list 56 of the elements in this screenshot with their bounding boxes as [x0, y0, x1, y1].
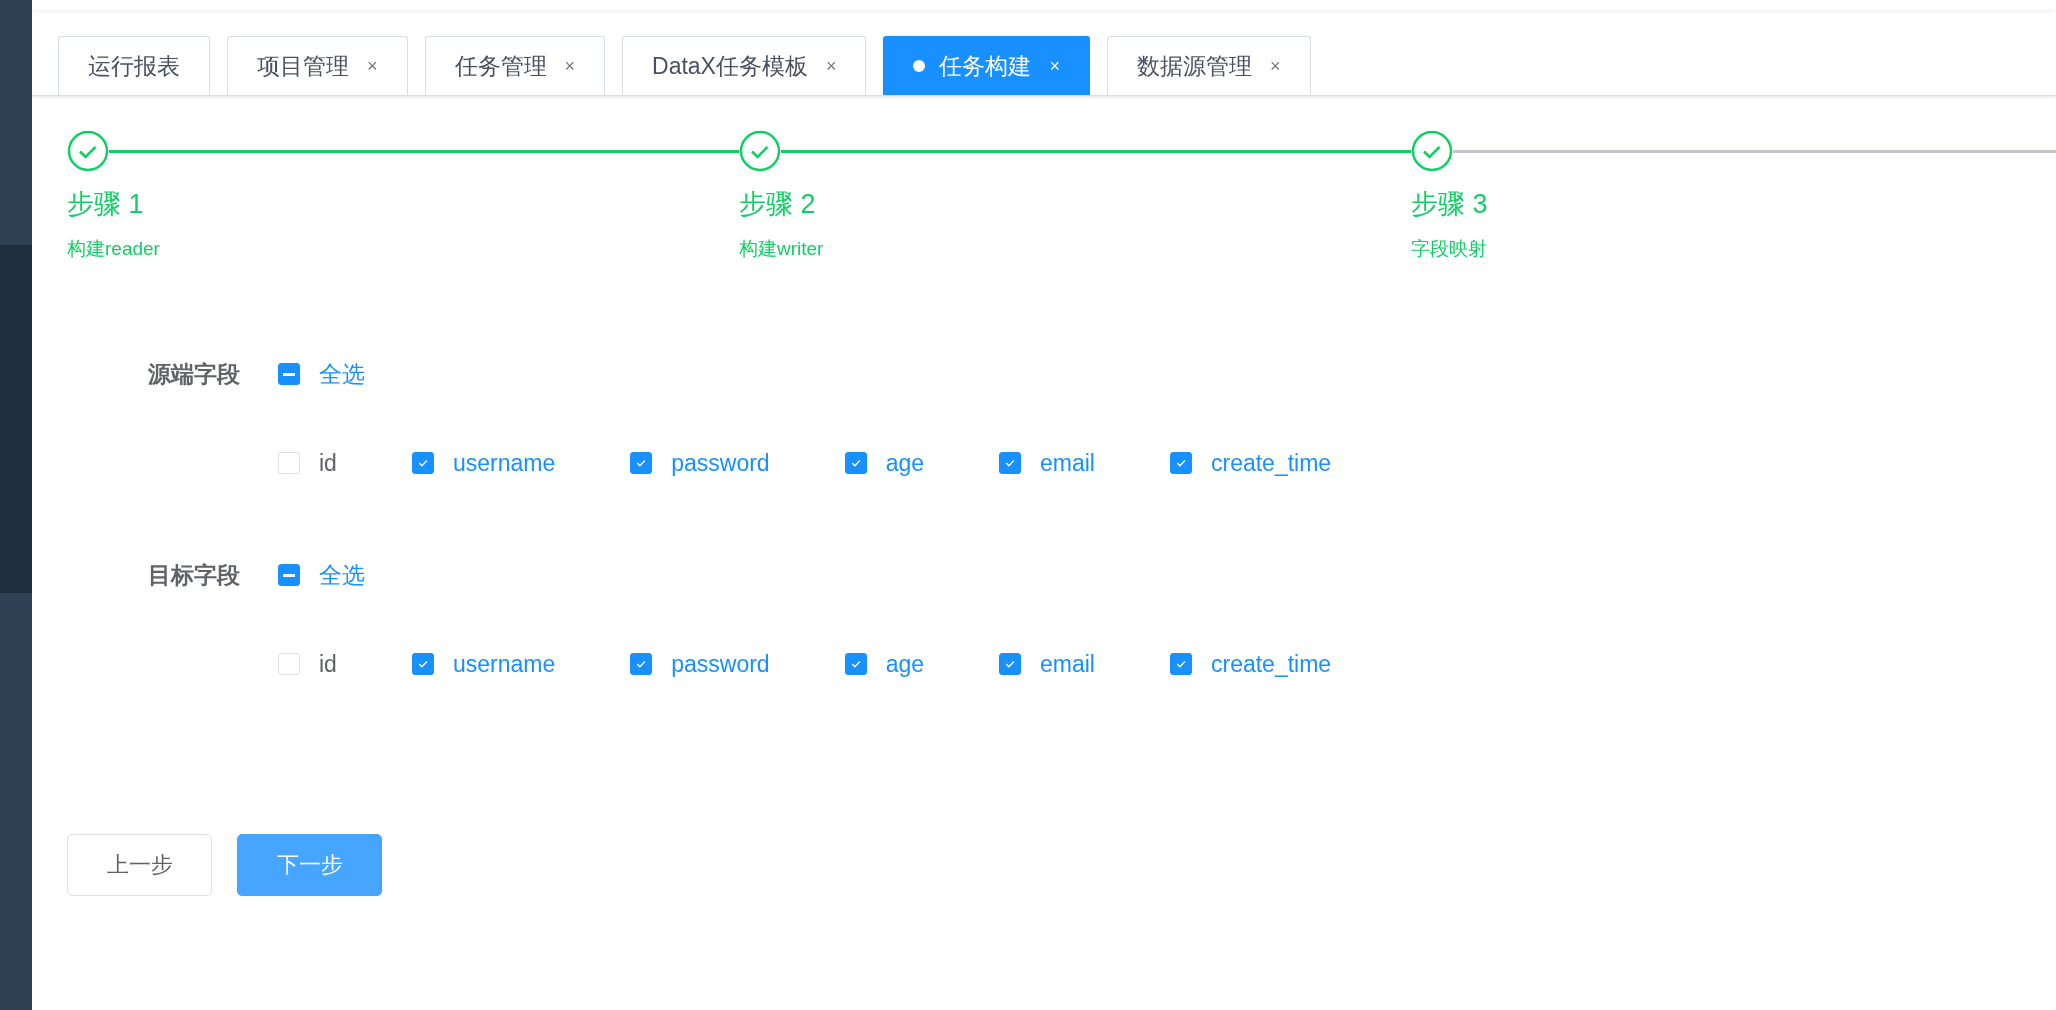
checkbox[interactable] — [278, 564, 300, 586]
select-all-checkbox[interactable]: 全选 — [278, 559, 365, 591]
tab-label: 运行报表 — [88, 51, 180, 81]
close-icon[interactable]: × — [367, 55, 378, 77]
checkbox[interactable] — [278, 363, 300, 385]
checkbox[interactable] — [1169, 452, 1192, 474]
checkbox-label: username — [452, 650, 556, 678]
checkbox-label: email — [1040, 449, 1095, 477]
checkbox-label: age — [885, 449, 924, 477]
checkbox[interactable] — [630, 653, 653, 675]
tab-label: 任务构建 — [939, 51, 1032, 81]
tab-label: DataX任务模板 — [652, 51, 808, 81]
tab[interactable]: 任务管理 × — [424, 36, 606, 95]
checkbox-label: password — [671, 650, 770, 678]
step-description: 构建reader — [67, 237, 161, 261]
checkbox[interactable] — [411, 452, 434, 474]
select-all-checkbox[interactable]: 全选 — [278, 358, 365, 390]
checkbox-label: create_time — [1210, 449, 1332, 477]
close-icon[interactable]: × — [825, 55, 837, 77]
checkbox-label: email — [1040, 650, 1095, 678]
close-icon[interactable]: × — [1049, 55, 1060, 77]
tab[interactable]: 项目管理 × — [227, 36, 408, 95]
checkbox-label: age — [885, 650, 924, 678]
form-label: 源端字段 — [147, 359, 241, 389]
step-title: 步骤 3 — [1411, 188, 1489, 221]
checkbox[interactable] — [999, 653, 1021, 675]
checkbox[interactable] — [999, 452, 1021, 474]
tab[interactable]: DataX任务模板 × — [622, 36, 867, 95]
checkbox[interactable] — [1169, 653, 1192, 675]
checkbox-label: id — [319, 650, 337, 678]
step-description: 构建writer — [739, 237, 825, 261]
checkbox[interactable] — [844, 452, 867, 474]
previous-button[interactable]: 上一步 — [67, 834, 212, 896]
tab[interactable]: 数据源管理 × — [1107, 36, 1311, 95]
tab-label: 数据源管理 — [1137, 51, 1252, 81]
checkbox[interactable] — [411, 653, 434, 675]
checkbox-label: create_time — [1210, 650, 1332, 678]
tab[interactable]: 运行报表 — [58, 36, 210, 95]
close-icon[interactable]: × — [564, 55, 576, 77]
close-icon[interactable]: × — [1270, 55, 1281, 77]
checkbox-label: 全选 — [319, 359, 365, 389]
checkbox[interactable] — [630, 452, 653, 474]
next-button[interactable]: 下一步 — [237, 834, 382, 896]
step-title: 步骤 1 — [67, 188, 145, 221]
tab-label: 项目管理 — [257, 51, 349, 81]
step-description: 字段映射 — [1411, 237, 1488, 261]
checkbox[interactable] — [844, 653, 867, 675]
step-title: 步骤 2 — [739, 188, 817, 221]
checkbox-label: password — [671, 449, 770, 477]
tab[interactable]: 任务构建 × — [883, 36, 1090, 95]
checkbox-label: 全选 — [319, 560, 365, 590]
active-dot-icon — [913, 60, 926, 72]
form-label: 目标字段 — [147, 560, 241, 590]
checkbox-label: id — [319, 449, 337, 477]
tab-label: 任务管理 — [454, 51, 547, 81]
checkbox-label: username — [452, 449, 556, 477]
